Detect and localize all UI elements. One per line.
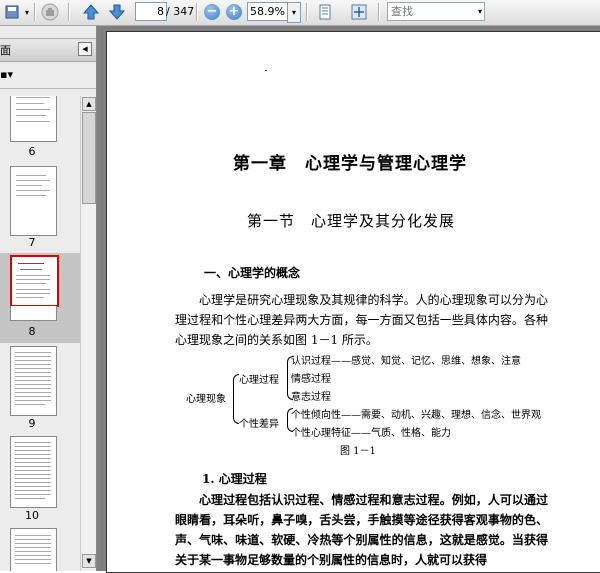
paragraph-process: 心理过程包括认识过程、情感过程和意志过程。例如，人可以通过眼睛看，耳朵听，鼻子嗅…: [175, 493, 548, 567]
section-title: 第一节 心理学及其分化发展: [247, 212, 456, 230]
heading-process: 1. 心理过程: [202, 472, 267, 486]
thumbnail-item[interactable]: 7: [0, 166, 80, 252]
zoom-dropdown-icon[interactable]: ▾: [287, 2, 301, 23]
thumbnail-label: 10: [25, 509, 39, 522]
thumbnail-item[interactable]: 10: [0, 436, 80, 526]
sidebar-header: 面 ◀: [0, 38, 96, 62]
thumbnail-label: 8: [28, 325, 36, 338]
diagram-item: 个性心理特征——气质、性格、能力: [291, 428, 451, 439]
diagram-item: 意志过程: [291, 392, 331, 403]
diagram-branch-process: 心理过程: [239, 375, 279, 386]
thumbnail-label: 7: [28, 236, 36, 249]
options-menu-icon[interactable]: ▪▾: [0, 68, 13, 81]
thumbnail-page: [10, 255, 59, 307]
diagram-root: 心理现象: [186, 394, 226, 405]
save-icon[interactable]: [2, 2, 22, 22]
thumbnail-page-lower: [10, 306, 57, 321]
document-page: 第一章 心理学与管理心理学 第一节 心理学及其分化发展 一、心理学的概念 心理学…: [106, 31, 600, 573]
diagram-caption: 图 1－1: [340, 446, 376, 457]
thumbnail-sidebar: 面 ◀ ▪▾ 6 7 8 9 10 ▲ ▼: [0, 26, 97, 571]
diagram-item: 个性倾向性——需要、动机、兴趣、理想、信念、世界观: [291, 410, 541, 421]
scroll-up-icon[interactable]: ▲: [82, 97, 96, 111]
thumbnail-item[interactable]: [0, 528, 80, 571]
search-input[interactable]: [387, 2, 485, 21]
toolbar-separator: [196, 3, 198, 21]
search-dropdown-icon[interactable]: ▾: [478, 2, 486, 21]
thumbnail-page: [10, 166, 57, 236]
next-page-icon[interactable]: [106, 2, 128, 22]
thumbnail-page: [10, 346, 57, 416]
thumbnail-page: [10, 96, 57, 142]
page-mark: [265, 70, 267, 71]
thumbnail-label: 9: [28, 417, 36, 430]
collapse-sidebar-icon[interactable]: ◀: [78, 42, 92, 56]
zoom-level-input[interactable]: [247, 2, 289, 21]
thumbnail-list: 6 7 8 9 10: [0, 96, 80, 571]
thumbnail-item[interactable]: 9: [0, 346, 80, 434]
page-number-input[interactable]: [135, 2, 167, 21]
thumbnail-item-selected[interactable]: 8: [0, 253, 80, 343]
zoom-out-icon[interactable]: −: [203, 2, 221, 22]
thumbnail-item[interactable]: 6: [0, 96, 80, 164]
previous-page-icon[interactable]: [80, 2, 102, 22]
chapter-title: 第一章 心理学与管理心理学: [233, 154, 467, 174]
thumbnail-page: [10, 436, 57, 508]
fit-width-icon[interactable]: [348, 2, 370, 22]
toolbar-separator: [378, 3, 380, 21]
sidebar-title: 面: [0, 44, 11, 57]
page-total-label: / 347: [166, 5, 195, 18]
diagram-item: 认识过程——感觉、知觉、记忆、思维、想象、注意: [291, 356, 521, 367]
thumbnail-label: 6: [28, 145, 36, 158]
paragraph-intro: 心理学是研究心理现象及其规律的科学。人的心理现象可以分为心理过程和个性心理差异两…: [175, 293, 548, 347]
sidebar-scrollbar[interactable]: ▲ ▼: [80, 96, 96, 571]
diagram-item: 情感过程: [291, 374, 331, 385]
diagram-branch-difference: 个性差异: [239, 419, 279, 430]
heading-concept: 一、心理学的概念: [204, 266, 301, 280]
document-viewport[interactable]: 第一章 心理学与管理心理学 第一节 心理学及其分化发展 一、心理学的概念 心理学…: [97, 26, 600, 573]
hand-tool-icon[interactable]: [38, 2, 62, 22]
thumbnail-page: [10, 528, 57, 571]
toolbar-separator: [68, 3, 70, 21]
fit-page-icon[interactable]: [314, 2, 336, 22]
save-dropdown-icon[interactable]: ▾: [22, 2, 32, 22]
sidebar-options-bar: ▪▾: [0, 64, 96, 89]
zoom-in-icon[interactable]: +: [225, 2, 243, 22]
toolbar-separator: [34, 3, 36, 21]
toolbar-separator: [306, 3, 308, 21]
scrollbar-thumb[interactable]: [82, 112, 96, 204]
toolbar: ▾ / 347 − + ▾ ▾: [0, 0, 600, 26]
scroll-down-icon[interactable]: ▼: [82, 554, 96, 568]
